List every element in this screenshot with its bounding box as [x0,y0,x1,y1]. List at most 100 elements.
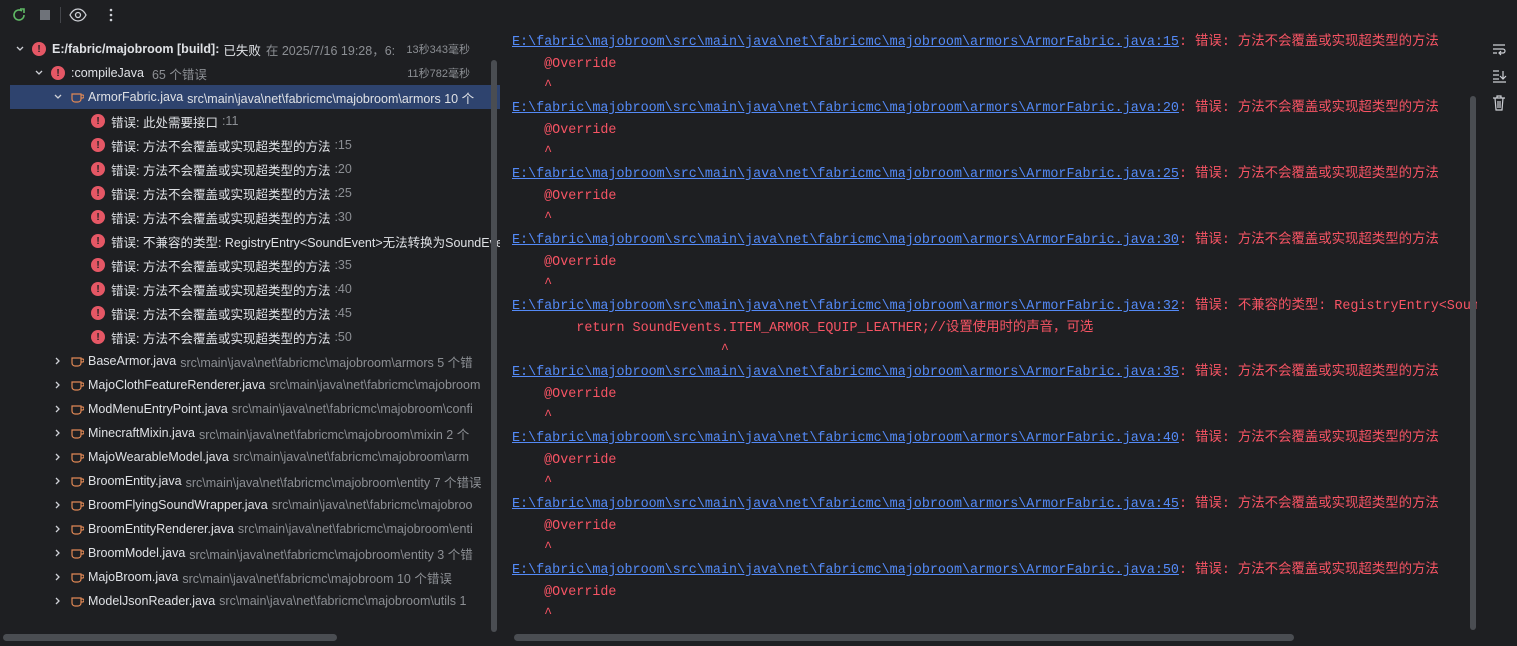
error-item[interactable]: ! 错误: 方法不会覆盖或实现超类型的方法:20 [0,157,500,181]
console-code: return SoundEvents.ITEM_ARMOR_EQUIP_LEAT… [512,321,1094,336]
source-link[interactable]: E:\fabric\majobroom\src\main\java\net\fa… [512,167,1179,182]
error-icon: ! [91,210,105,224]
error-item[interactable]: ! 错误: 方法不会覆盖或实现超类型的方法:35 [0,253,500,277]
tree-file[interactable]: MajoBroom.java src\main\java\net\fabricmc… [0,565,500,589]
console-error-message: : 错误: 方法不会覆盖或实现超类型的方法 [1178,431,1439,446]
tree-file[interactable]: MajoWearableModel.java src\main\java\net\… [0,445,500,469]
stop-icon[interactable] [34,5,56,25]
console-code-line: @Override [512,516,1477,538]
error-icon: ! [91,186,105,200]
error-message: 错误: 方法不会覆盖或实现超类型的方法 [111,259,331,274]
console-code: ^ [512,343,729,358]
console-code: ^ [512,541,553,556]
error-line: :45 [334,306,352,320]
chevron-down-icon[interactable] [14,43,26,55]
console-code-line: @Override [512,252,1477,274]
java-file-icon [70,379,84,392]
java-file-icon [70,571,84,584]
error-item[interactable]: ! 错误: 方法不会覆盖或实现超类型的方法:50 [0,325,500,349]
chevron-right-icon[interactable] [52,403,64,415]
file-name: BroomEntity.java [88,474,182,488]
error-line: :15 [334,138,352,152]
source-link[interactable]: E:\fabric\majobroom\src\main\java\net\fa… [512,365,1179,380]
console-error-message: : 错误: 方法不会覆盖或实现超类型的方法 [1178,167,1439,182]
console-code: ^ [512,409,553,424]
tree-file[interactable]: BroomEntityRenderer.java src\main\java\ne… [0,517,500,541]
root-title: E:/fabric/majobroom [build]: [52,42,220,56]
tree-task[interactable]: ! :compileJava 65 个错误 11秒782毫秒 [0,61,500,85]
error-icon: ! [51,66,65,80]
scroll-to-end-icon[interactable] [1489,66,1509,86]
file-name: ModMenuEntryPoint.java [88,402,228,416]
chevron-right-icon[interactable] [52,475,64,487]
error-item[interactable]: ! 错误: 方法不会覆盖或实现超类型的方法:45 [0,301,500,325]
console-horizontal-scrollbar[interactable] [514,634,1294,641]
tree-file[interactable]: MajoClothFeatureRenderer.java src\main\ja… [0,373,500,397]
console-code-line: return SoundEvents.ITEM_ARMOR_EQUIP_LEAT… [512,318,1477,340]
source-link[interactable]: E:\fabric\majobroom\src\main\java\net\fa… [512,497,1179,512]
console-error-line: E:\fabric\majobroom\src\main\java\net\fa… [512,98,1477,120]
chevron-right-icon[interactable] [52,379,64,391]
tree-vertical-scrollbar[interactable] [491,60,497,632]
console-vertical-scrollbar[interactable] [1470,96,1476,630]
chevron-down-icon[interactable] [52,91,64,103]
chevron-right-icon[interactable] [52,547,64,559]
tree-root[interactable]: ! E:/fabric/majobroom [build]: 已失败 在 202… [0,37,500,61]
chevron-right-icon[interactable] [52,571,64,583]
error-item[interactable]: ! 错误: 方法不会覆盖或实现超类型的方法:15 [0,133,500,157]
source-link[interactable]: E:\fabric\majobroom\src\main\java\net\fa… [512,431,1179,446]
tree-file[interactable]: BroomFlyingSoundWrapper.java src\main\jav… [0,493,500,517]
error-item[interactable]: ! 错误: 方法不会覆盖或实现超类型的方法:25 [0,181,500,205]
error-item[interactable]: ! 错误: 方法不会覆盖或实现超类型的方法:30 [0,205,500,229]
source-link[interactable]: E:\fabric\majobroom\src\main\java\net\fa… [512,35,1179,50]
chevron-right-icon[interactable] [52,595,64,607]
source-link[interactable]: E:\fabric\majobroom\src\main\java\net\fa… [512,233,1179,248]
task-duration: 11秒782毫秒 [407,68,470,80]
rerun-icon[interactable] [8,5,30,25]
file-path: src\main\java\net\fabricmc\majobroom\arm… [187,91,475,106]
chevron-right-icon[interactable] [52,451,64,463]
tree-file[interactable]: BroomEntity.java src\main\java\net\fabric… [0,469,500,493]
console-code: ^ [512,475,553,490]
chevron-right-icon[interactable] [52,427,64,439]
file-name: MinecraftMixin.java [88,426,195,440]
console-code-line: ^ [512,142,1477,164]
trash-icon[interactable] [1489,93,1509,113]
error-item[interactable]: ! 错误: 此处需要接口:11 [0,109,500,133]
tree-file-selected[interactable]: ArmorFabric.java src\main\java\net\fabri… [10,85,500,109]
console-code-line: ^ [512,538,1477,560]
error-line: :40 [334,282,352,296]
source-link[interactable]: E:\fabric\majobroom\src\main\java\net\fa… [512,101,1179,116]
chevron-down-icon[interactable] [33,67,45,79]
chevron-right-icon[interactable] [52,355,64,367]
task-title: :compileJava [71,66,144,80]
soft-wrap-icon[interactable] [1489,40,1509,60]
tree-file[interactable]: ModMenuEntryPoint.java src\main\java\net\… [0,397,500,421]
task-error-count: 65 个错误 [151,67,207,82]
source-link[interactable]: E:\fabric\majobroom\src\main\java\net\fa… [512,299,1179,314]
tree-file[interactable]: ModelJsonReader.java src\main\java\net\fa… [0,589,500,613]
java-file-icon [70,403,84,416]
source-link[interactable]: E:\fabric\majobroom\src\main\java\net\fa… [512,563,1179,578]
tree-file[interactable]: BaseArmor.java src\main\java\net\fabricmc… [0,349,500,373]
more-icon[interactable] [100,5,122,25]
console-error-message: : 错误: 方法不会覆盖或实现超类型的方法 [1178,365,1439,380]
console-error-message: : 错误: 方法不会覆盖或实现超类型的方法 [1178,233,1439,248]
error-item[interactable]: ! 错误: 不兼容的类型: RegistryEntry<SoundEvent>无法… [0,229,500,253]
file-name: BroomModel.java [88,546,186,560]
error-line: :50 [334,330,352,344]
error-message: 错误: 方法不会覆盖或实现超类型的方法 [111,331,331,346]
chevron-right-icon[interactable] [52,523,64,535]
chevron-right-icon[interactable] [52,499,64,511]
error-item[interactable]: ! 错误: 方法不会覆盖或实现超类型的方法:40 [0,277,500,301]
tree-file[interactable]: MinecraftMixin.java src\main\java\net\fab… [0,421,500,445]
console-error-line: E:\fabric\majobroom\src\main\java\net\fa… [512,296,1477,318]
file-path: src\main\java\net\fabricmc\majobroom\uti… [219,594,467,608]
file-path: src\main\java\net\fabricmc\majobroom\arm… [180,355,473,370]
tree-horizontal-scrollbar[interactable] [3,634,337,641]
tree-file[interactable]: BroomModel.java src\main\java\net\fabricm… [0,541,500,565]
error-line: :30 [334,210,352,224]
build-tree: ! E:/fabric/majobroom [build]: 已失败 在 202… [0,30,500,646]
root-when: 在 2025/7/16 19:28，6: [265,43,396,58]
eye-icon[interactable] [67,5,89,25]
